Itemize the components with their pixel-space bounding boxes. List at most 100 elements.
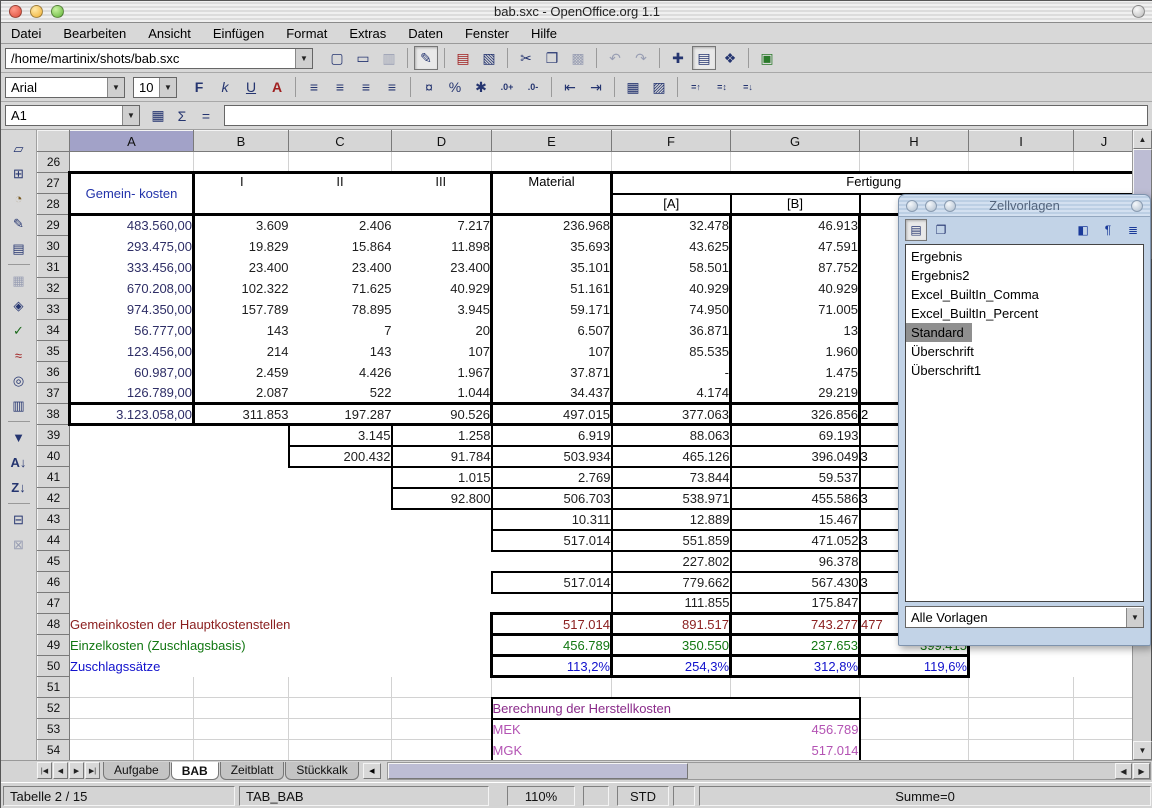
cell-B42[interactable] bbox=[194, 488, 289, 509]
style-item-Standard[interactable]: Standard bbox=[906, 323, 972, 342]
column-header-F[interactable]: F bbox=[612, 131, 731, 152]
cell-A45[interactable] bbox=[70, 551, 194, 572]
borders-icon[interactable]: ▦ bbox=[621, 75, 645, 99]
cell-G44[interactable]: 471.052 bbox=[731, 530, 860, 551]
row-header-27[interactable]: 27 bbox=[38, 173, 70, 194]
menu-einfuegen[interactable]: Einfügen bbox=[213, 24, 275, 43]
decrease-indent-icon[interactable]: ⇤ bbox=[558, 75, 582, 99]
cell-D54[interactable] bbox=[392, 740, 492, 761]
cell-E37[interactable]: 34.437 bbox=[492, 383, 612, 404]
cell-C53[interactable] bbox=[289, 719, 392, 740]
cell-A46[interactable] bbox=[70, 572, 194, 593]
cell-F44[interactable]: 551.859 bbox=[612, 530, 731, 551]
cell-B46[interactable] bbox=[194, 572, 289, 593]
cell-F26[interactable] bbox=[612, 152, 731, 173]
cell-A50[interactable]: Zuschlagssätze bbox=[70, 656, 492, 677]
autoformat-icon[interactable]: ▦ bbox=[6, 268, 32, 293]
column-header-H[interactable]: H bbox=[860, 131, 969, 152]
next-sheet-button[interactable]: ▶ bbox=[69, 762, 84, 779]
cell-D40[interactable]: 91.784 bbox=[392, 446, 492, 467]
cell-B39[interactable] bbox=[194, 425, 289, 446]
cell-G37[interactable]: 29.219 bbox=[731, 383, 860, 404]
cell-G42[interactable]: 455.586 bbox=[731, 488, 860, 509]
cell-C29[interactable]: 2.406 bbox=[289, 215, 392, 236]
gallery-icon[interactable]: ▣ bbox=[755, 46, 779, 70]
cell-B32[interactable]: 102.322 bbox=[194, 278, 289, 299]
cell-D39[interactable]: 1.258 bbox=[392, 425, 492, 446]
cell-B51[interactable] bbox=[194, 677, 289, 698]
style-item-Ergebnis[interactable]: Ergebnis bbox=[906, 247, 1143, 266]
cell-A31[interactable]: 333.456,00 bbox=[70, 257, 194, 278]
cell-G30[interactable]: 47.591 bbox=[731, 236, 860, 257]
cell-A26[interactable] bbox=[70, 152, 194, 173]
align-center-icon[interactable]: ≡ bbox=[328, 75, 352, 99]
cell-G38[interactable]: 326.856 bbox=[731, 404, 860, 425]
row-header-54[interactable]: 54 bbox=[38, 740, 70, 761]
cell-D41[interactable]: 1.015 bbox=[392, 467, 492, 488]
cell-B26[interactable] bbox=[194, 152, 289, 173]
cell-G28[interactable]: [B] bbox=[731, 194, 860, 215]
sheet-position-field[interactable]: Tabelle 2 / 15 bbox=[3, 786, 235, 806]
rollup-button[interactable] bbox=[1132, 5, 1145, 18]
sum-field[interactable]: Summe=0 bbox=[699, 786, 1151, 806]
row-header-33[interactable]: 33 bbox=[38, 299, 70, 320]
cell-G31[interactable]: 87.752 bbox=[731, 257, 860, 278]
cell-C47[interactable] bbox=[289, 593, 392, 614]
row-header-46[interactable]: 46 bbox=[38, 572, 70, 593]
cell-B35[interactable]: 214 bbox=[194, 341, 289, 362]
cell-C42[interactable] bbox=[289, 488, 392, 509]
cell-F27[interactable]: Fertigung bbox=[612, 173, 1135, 194]
cell-A33[interactable]: 974.350,00 bbox=[70, 299, 194, 320]
insert-object-icon[interactable]: ◔ bbox=[6, 186, 32, 211]
align-justify-icon[interactable]: ≡ bbox=[380, 75, 404, 99]
spellcheck-icon[interactable]: ✓ bbox=[6, 318, 32, 343]
cell-F42[interactable]: 538.971 bbox=[612, 488, 731, 509]
cell-D46[interactable] bbox=[392, 572, 492, 593]
row-header-40[interactable]: 40 bbox=[38, 446, 70, 467]
cell-B34[interactable]: 143 bbox=[194, 320, 289, 341]
cell-C30[interactable]: 15.864 bbox=[289, 236, 392, 257]
cell-E36[interactable]: 37.871 bbox=[492, 362, 612, 383]
title-bar[interactable]: bab.sxc - OpenOffice.org 1.1 bbox=[1, 1, 1152, 23]
cell-D52[interactable] bbox=[392, 698, 492, 719]
row-header-28[interactable]: 28 bbox=[38, 194, 70, 215]
new-style-from-selection-icon[interactable]: ¶ bbox=[1097, 219, 1119, 241]
column-header-A[interactable]: A bbox=[70, 131, 194, 152]
cell-C37[interactable]: 522 bbox=[289, 383, 392, 404]
column-header-E[interactable]: E bbox=[492, 131, 612, 152]
row-header-45[interactable]: 45 bbox=[38, 551, 70, 572]
row-header-51[interactable]: 51 bbox=[38, 677, 70, 698]
cell-C51[interactable] bbox=[289, 677, 392, 698]
cell-styles-icon[interactable]: ▤ bbox=[905, 219, 927, 241]
cell-B40[interactable] bbox=[194, 446, 289, 467]
cell-E54[interactable]: MGK bbox=[492, 740, 612, 761]
cell-G40[interactable]: 396.049 bbox=[731, 446, 860, 467]
cell-E53[interactable]: MEK bbox=[492, 719, 612, 740]
cell-C54[interactable] bbox=[289, 740, 392, 761]
cell-F30[interactable]: 43.625 bbox=[612, 236, 731, 257]
draw-functions-icon[interactable]: ✎ bbox=[6, 211, 32, 236]
cell-C32[interactable]: 71.625 bbox=[289, 278, 392, 299]
row-header-31[interactable]: 31 bbox=[38, 257, 70, 278]
sum-icon[interactable]: Σ bbox=[170, 104, 194, 128]
cell-E34[interactable]: 6.507 bbox=[492, 320, 612, 341]
cell-A51[interactable] bbox=[70, 677, 194, 698]
cell-I26[interactable] bbox=[969, 152, 1074, 173]
cell-C34[interactable]: 7 bbox=[289, 320, 392, 341]
cell-F48[interactable]: 891.517 bbox=[612, 614, 731, 635]
cell-F29[interactable]: 32.478 bbox=[612, 215, 731, 236]
panel-rollup-button[interactable] bbox=[1131, 200, 1143, 212]
background-color-icon[interactable]: ▨ bbox=[647, 75, 671, 99]
cell-E29[interactable]: 236.968 bbox=[492, 215, 612, 236]
cell-F51[interactable] bbox=[612, 677, 731, 698]
cell-F40[interactable]: 465.126 bbox=[612, 446, 731, 467]
auto-spellcheck-icon[interactable]: ≈ bbox=[6, 343, 32, 368]
cell-G41[interactable]: 59.537 bbox=[731, 467, 860, 488]
selection-mode-field[interactable]: STD bbox=[617, 786, 669, 806]
bold-icon[interactable]: F bbox=[187, 75, 211, 99]
function-icon[interactable]: = bbox=[194, 104, 218, 128]
sheet-tab-BAB[interactable]: BAB bbox=[171, 762, 219, 780]
underline-icon[interactable]: U bbox=[239, 75, 263, 99]
cell-E33[interactable]: 59.171 bbox=[492, 299, 612, 320]
cell-J54[interactable] bbox=[1074, 740, 1135, 761]
